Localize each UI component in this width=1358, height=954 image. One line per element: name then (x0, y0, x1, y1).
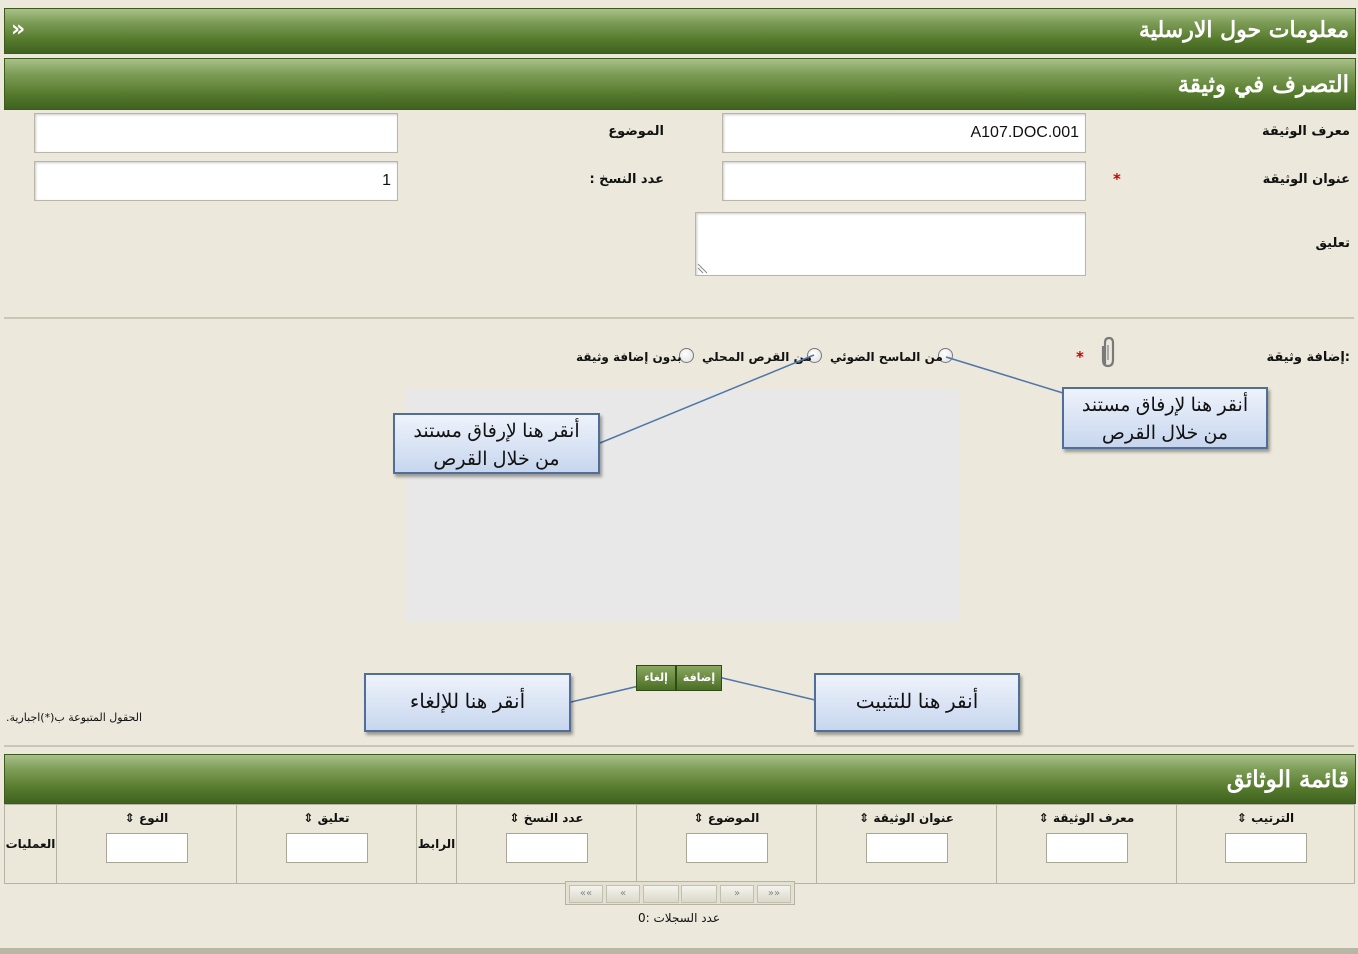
connector-local (599, 354, 815, 444)
filter-doc-title-input[interactable] (865, 833, 948, 863)
sort-icon[interactable]: ⇕ (303, 811, 313, 825)
sort-icon[interactable]: ⇕ (1237, 811, 1247, 825)
connector-scanner (945, 356, 1064, 394)
connector-confirm (713, 675, 816, 701)
filter-comment-input[interactable] (285, 833, 368, 863)
filter-subject-input[interactable] (685, 833, 768, 863)
table-header-row: الترتيب ⇕ معرف الوثيقة ⇕ عنوان الوثيقة ⇕… (4, 804, 1355, 884)
sort-icon[interactable]: ⇕ (509, 811, 519, 825)
callout-confirm: أنقر هنا للتثبيت (814, 673, 1020, 732)
filter-copies-input[interactable] (505, 833, 588, 863)
pager-prev-button[interactable]: « (606, 885, 640, 903)
sort-icon[interactable]: ⇕ (859, 811, 869, 825)
col-comment[interactable]: تعليق ⇕ (236, 804, 417, 884)
callout-cancel: أنقر هنا للإلغاء (364, 673, 571, 732)
page-bottom-border (0, 948, 1358, 954)
col-doc-title[interactable]: عنوان الوثيقة ⇕ (816, 804, 997, 884)
cancel-button[interactable]: إلغاء (636, 665, 676, 691)
bottom-divider (4, 745, 1354, 747)
callout-local: أنقر هنا لإرفاق مستند من خلال القرص (393, 413, 600, 474)
record-count: عدد السجلات :0 (638, 911, 721, 925)
pager-page-input[interactable] (643, 885, 679, 903)
col-link: الرابط (416, 804, 457, 884)
filter-type-input[interactable] (105, 833, 188, 863)
col-operations: العمليات (4, 804, 57, 884)
pager-first-button[interactable]: «« (569, 885, 603, 903)
filter-doc-id-input[interactable] (1045, 833, 1128, 863)
documents-table: الترتيب ⇕ معرف الوثيقة ⇕ عنوان الوثيقة ⇕… (4, 804, 1355, 884)
col-type[interactable]: النوع ⇕ (56, 804, 237, 884)
col-order[interactable]: الترتيب ⇕ (1176, 804, 1355, 884)
documents-title: قائمة الوثائق (1226, 766, 1349, 793)
pager-next-button[interactable]: » (720, 885, 754, 903)
sort-icon[interactable]: ⇕ (694, 811, 704, 825)
sort-icon[interactable]: ⇕ (125, 811, 135, 825)
filter-order-input[interactable] (1224, 833, 1307, 863)
pager: «« « » »» (565, 881, 795, 905)
add-button[interactable]: إضافة (676, 665, 722, 691)
col-subject[interactable]: الموضوع ⇕ (636, 804, 817, 884)
col-copies[interactable]: عدد النسخ ⇕ (456, 804, 637, 884)
callout-scanner: أنقر هنا لإرفاق مستند من خلال القرص (1062, 387, 1268, 449)
col-doc-id[interactable]: معرف الوثيقة ⇕ (996, 804, 1177, 884)
sort-icon[interactable]: ⇕ (1039, 811, 1049, 825)
pager-page-total (681, 885, 717, 903)
pager-last-button[interactable]: »» (757, 885, 791, 903)
required-fields-note: الحقول المتبوعة ب(*)اجبارية. (6, 711, 143, 724)
connector-cancel (570, 685, 640, 703)
documents-bar: قائمة الوثائق (4, 754, 1356, 804)
